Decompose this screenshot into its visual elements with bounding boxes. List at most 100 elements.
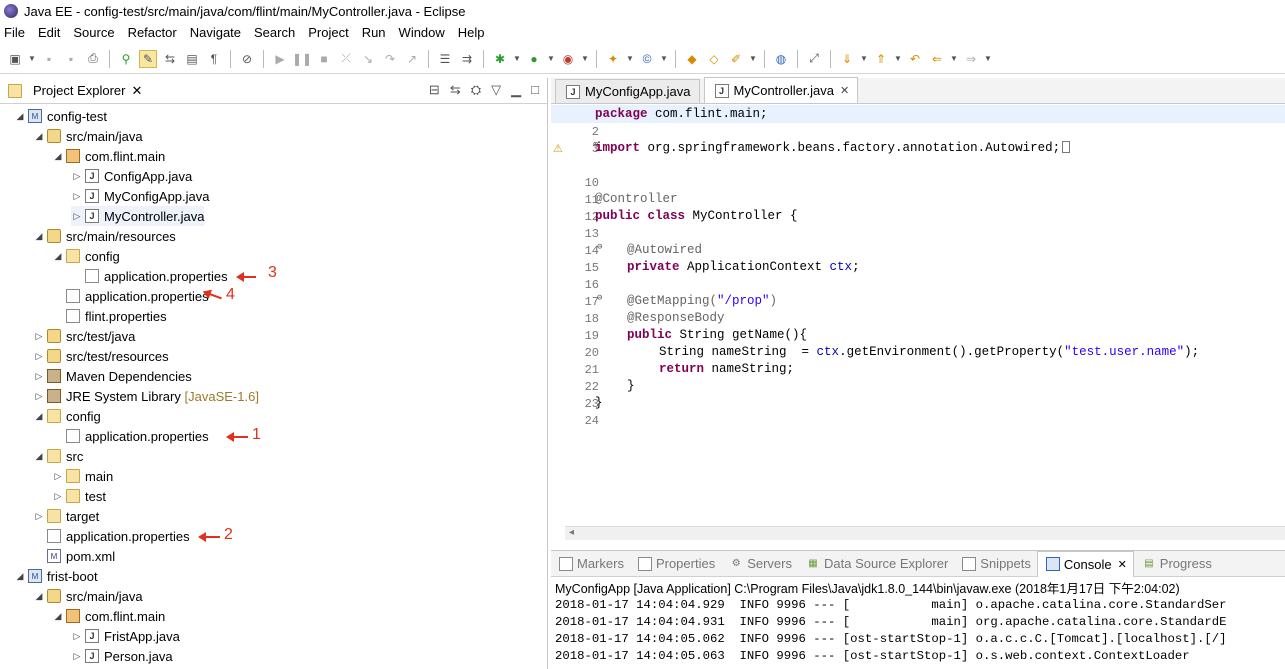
tree-node-fristapp-java[interactable]: ▷ J FristApp.java (71, 626, 180, 646)
collapsed-arrow-icon[interactable]: ▷ (33, 331, 45, 342)
folded-block-icon[interactable] (1062, 141, 1071, 153)
tab-snippets[interactable]: Snippets (954, 551, 1037, 577)
tree-node-config-folder[interactable]: ◢ config (33, 406, 101, 426)
collapsed-arrow-icon[interactable]: ▷ (71, 631, 83, 642)
menu-file[interactable]: File (4, 25, 25, 40)
code-area[interactable]: 1 2 3 ⊕ 10 11 12 13 14 ⊖ 15 16 17 ⊖ 18 1… (551, 105, 1285, 542)
use-step-filters-icon[interactable]: ⇉ (458, 50, 476, 68)
menu-refactor[interactable]: Refactor (128, 25, 177, 40)
toggle-mark-occurrences-icon[interactable]: ✎ (139, 49, 157, 68)
last-edit-location-icon[interactable]: ↶ (906, 50, 924, 68)
step-into-icon[interactable]: ↘ (359, 50, 377, 68)
open-type-icon[interactable]: ◆ (683, 50, 701, 68)
previous-annotation-icon[interactable]: ⇑ (872, 50, 890, 68)
filter-icon[interactable]: ⛭ (471, 82, 481, 98)
tree-node-pom-xml[interactable]: Mpom.xml (45, 546, 115, 566)
debug-dropdown-icon[interactable]: ▼ (513, 50, 521, 68)
print-icon[interactable]: ⎙ (84, 50, 102, 68)
tree-node-frist-boot[interactable]: ◢ Mfrist-boot (14, 566, 98, 586)
close-icon[interactable]: ✕ (840, 84, 849, 97)
expanded-arrow-icon[interactable]: ◢ (14, 571, 26, 582)
new-java-project-icon[interactable]: ✦ (604, 50, 622, 68)
expanded-arrow-icon[interactable]: ◢ (14, 111, 26, 122)
debug-icon[interactable]: ✱ (491, 50, 509, 68)
annotation-icon[interactable]: ⤢ (805, 50, 823, 68)
tree-node-flint-properties[interactable]: flint.properties (64, 306, 167, 326)
tree-node-application-properties[interactable]: application.properties (45, 526, 190, 546)
save-icon[interactable]: ▪ (40, 50, 58, 68)
new-class-dropdown-icon[interactable]: ▼ (660, 50, 668, 68)
menu-navigate[interactable]: Navigate (190, 25, 241, 40)
tree-node-src-test-java[interactable]: ▷ src/test/java (33, 326, 136, 346)
disconnect-icon[interactable]: ⤫ (337, 50, 355, 68)
tree-node-config-folder[interactable]: ◢ config (52, 246, 120, 266)
expanded-arrow-icon[interactable]: ◢ (33, 411, 45, 422)
previous-annotation-dropdown-icon[interactable]: ▼ (894, 50, 902, 68)
toggle-block-selection-icon[interactable]: ⇆ (161, 50, 179, 68)
run-dropdown-icon[interactable]: ▼ (547, 50, 555, 68)
maximize-icon[interactable]: □ (531, 82, 539, 98)
tree-node-application-properties[interactable]: application.properties (64, 286, 209, 306)
expanded-arrow-icon[interactable]: ◢ (33, 591, 45, 602)
collapse-all-icon[interactable]: ⊟ (429, 82, 440, 98)
expanded-arrow-icon[interactable]: ◢ (33, 131, 45, 142)
run-external-tools-icon[interactable]: ◉ (559, 50, 577, 68)
tree-node-src-folder[interactable]: ◢ src (33, 446, 84, 466)
new-icon[interactable]: ▣ (6, 50, 24, 68)
tree-node-application-properties[interactable]: application.properties (83, 266, 228, 286)
tree-node-mycontroller-java[interactable]: ▷ J MyController.java (71, 206, 205, 226)
tree-node-configapp-java[interactable]: ▷ J ConfigApp.java (71, 166, 193, 186)
tree-node-jre-system-library[interactable]: ▷ JRE System Library [JavaSE-1.6] (33, 386, 259, 406)
collapsed-arrow-icon[interactable]: ▷ (71, 171, 83, 182)
skip-breakpoints-icon[interactable]: ⊘ (238, 50, 256, 68)
tree-node-src-test-resources[interactable]: ▷ src/test/resources (33, 346, 169, 366)
collapse-fold-icon[interactable]: ⊖ (597, 293, 602, 303)
collapse-fold-icon[interactable]: ⊖ (597, 242, 602, 252)
new-project-dropdown-icon[interactable]: ▼ (626, 50, 634, 68)
tree-node-main-folder[interactable]: ▷ main (52, 466, 114, 486)
back-dropdown-icon[interactable]: ▼ (950, 50, 958, 68)
tree-node-myconfigapp-java[interactable]: ▷ J MyConfigApp.java (71, 186, 210, 206)
link-with-editor-icon[interactable]: ⇆ (450, 82, 461, 98)
forward-dropdown-icon[interactable]: ▼ (984, 50, 992, 68)
tree-node-src-main-java[interactable]: ◢ src/main/java (33, 126, 143, 146)
collapsed-arrow-icon[interactable]: ▷ (71, 651, 83, 662)
close-icon[interactable]: ✕ (131, 83, 142, 99)
expanded-arrow-icon[interactable]: ◢ (52, 251, 64, 262)
close-icon[interactable]: ✕ (1118, 558, 1127, 571)
step-return-icon[interactable]: ↗ (403, 50, 421, 68)
menu-search[interactable]: Search (254, 25, 295, 40)
tab-markers[interactable]: Markers (551, 551, 630, 577)
horizontal-scrollbar[interactable]: ◂ (565, 526, 1285, 540)
menu-help[interactable]: Help (458, 25, 485, 40)
step-over-icon[interactable]: ↷ (381, 50, 399, 68)
collapsed-arrow-icon[interactable]: ▷ (52, 491, 64, 502)
tree-node-maven-dependencies[interactable]: ▷ Maven Dependencies (33, 366, 192, 386)
tree-node-config-test[interactable]: ◢ Mconfig-test (14, 106, 107, 126)
search-icon[interactable]: ✐ (727, 50, 745, 68)
search-dropdown-icon[interactable]: ▼ (749, 50, 757, 68)
tree-node-com-flint-main[interactable]: ◢ com.flint.main (52, 146, 166, 166)
menu-source[interactable]: Source (73, 25, 114, 40)
show-whitespace-icon[interactable]: ▤ (183, 50, 201, 68)
new-java-class-icon[interactable]: © (638, 50, 656, 68)
expanded-arrow-icon[interactable]: ◢ (33, 451, 45, 462)
tab-properties[interactable]: Properties (630, 551, 721, 577)
menu-run[interactable]: Run (362, 25, 386, 40)
view-menu-icon[interactable]: ▽ (491, 82, 501, 98)
tab-console[interactable]: Console ✕ (1036, 550, 1134, 577)
collapsed-arrow-icon[interactable]: ▷ (33, 371, 45, 382)
save-all-icon[interactable]: ▪ (62, 50, 80, 68)
expanded-arrow-icon[interactable]: ◢ (52, 151, 64, 162)
tree-node-src-main-java[interactable]: ◢ src/main/java (33, 586, 143, 606)
collapsed-arrow-icon[interactable]: ▷ (33, 511, 45, 522)
tab-project-explorer[interactable]: Project Explorer ✕ (0, 78, 150, 104)
next-annotation-dropdown-icon[interactable]: ▼ (860, 50, 868, 68)
open-task-icon[interactable]: ◇ (705, 50, 723, 68)
menu-window[interactable]: Window (399, 25, 445, 40)
tree-node-application-properties[interactable]: application.properties (64, 426, 209, 446)
editor-tab-myconfigapp[interactable]: J MyConfigApp.java (555, 79, 700, 103)
tree-node-com-flint-main[interactable]: ◢ com.flint.main (52, 606, 166, 626)
collapsed-arrow-icon[interactable]: ▷ (71, 191, 83, 202)
tab-progress[interactable]: ▤ Progress (1134, 551, 1218, 577)
